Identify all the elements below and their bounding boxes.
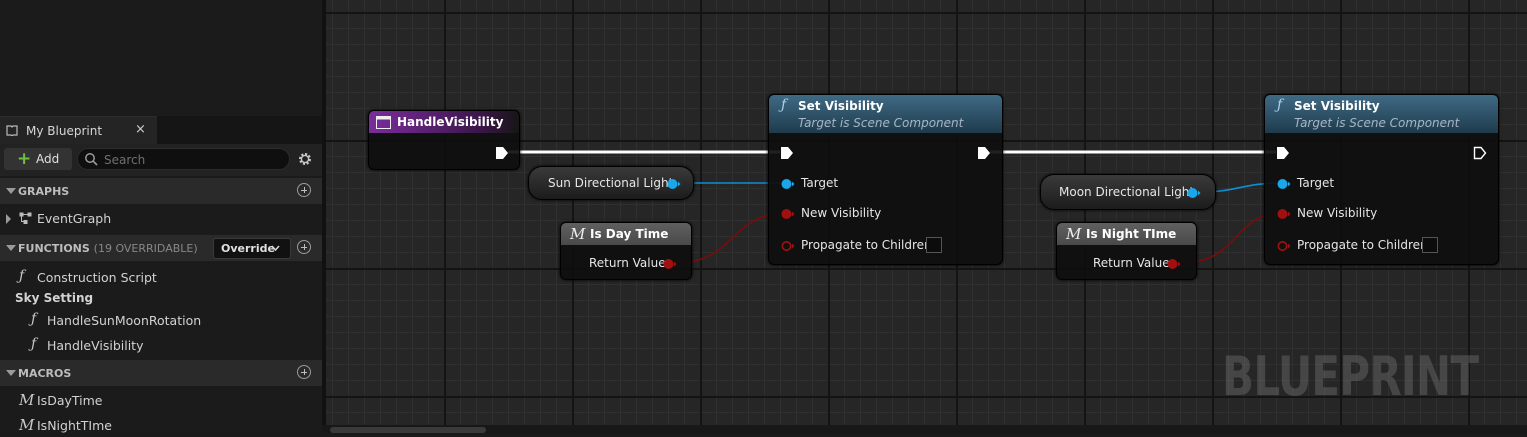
target-pin-icon[interactable] (1277, 178, 1291, 190)
set-visibility-node-2[interactable]: ƒ Set Visibility Target is Scene Compone… (1264, 94, 1499, 265)
node-subtitle: Target is Scene Component (1294, 116, 1460, 130)
target-pin-icon[interactable] (781, 178, 795, 190)
node-title: HandleVisibility (397, 115, 504, 129)
pin-label-target: Target (801, 176, 839, 190)
is-night-time-macro-node[interactable]: M Is Night TIme Return Value (1056, 222, 1197, 280)
function-icon: ƒ (781, 97, 787, 113)
is-day-time-macro-node[interactable]: M Is Day Time Return Value (560, 222, 692, 280)
return-value-pin-icon[interactable] (663, 258, 677, 270)
exec-out-pin-icon[interactable] (495, 146, 509, 160)
function-entry-icon (376, 116, 391, 129)
function-entry-node[interactable]: HandleVisibility (368, 110, 520, 170)
object-out-pin-icon[interactable] (667, 178, 681, 190)
propagate-pin-icon[interactable] (781, 240, 795, 252)
node-title: Set Visibility (798, 99, 884, 113)
graph-bottom-bar (322, 425, 1527, 433)
macro-icon: M (1066, 225, 1082, 243)
moon-directional-light-variable-node[interactable]: Moon Directional Light (1040, 174, 1216, 210)
propagate-checkbox[interactable] (1422, 237, 1438, 253)
pin-label-return-value: Return Value (1093, 256, 1170, 270)
set-visibility-node-1[interactable]: ƒ Set Visibility Target is Scene Compone… (768, 94, 1003, 265)
exec-out-pin-icon[interactable] (1473, 146, 1487, 160)
pin-label-propagate: Propagate to Children (801, 238, 932, 252)
pin-label-target: Target (1297, 176, 1335, 190)
exec-in-pin-icon[interactable] (1276, 146, 1290, 160)
pin-label-new-visibility: New Visibility (801, 206, 882, 220)
variable-label: Sun Directional Light (548, 176, 674, 190)
node-title: Is Day Time (590, 227, 669, 241)
new-visibility-pin-icon[interactable] (1277, 208, 1291, 220)
node-subtitle: Target is Scene Component (798, 116, 964, 130)
pin-label-new-visibility: New Visibility (1297, 206, 1378, 220)
node-title: Is Night TIme (1086, 227, 1177, 241)
sun-directional-light-variable-node[interactable]: Sun Directional Light (528, 166, 694, 200)
macro-icon: M (570, 225, 586, 243)
variable-label: Moon Directional Light (1059, 185, 1195, 199)
new-visibility-pin-icon[interactable] (781, 208, 795, 220)
object-out-pin-icon[interactable] (1187, 187, 1201, 199)
pin-label-return-value: Return Value (589, 256, 666, 270)
propagate-pin-icon[interactable] (1277, 240, 1291, 252)
exec-in-pin-icon[interactable] (780, 146, 794, 160)
function-icon: ƒ (1277, 97, 1283, 113)
exec-out-pin-icon[interactable] (977, 146, 991, 160)
horizontal-scrollbar[interactable] (330, 427, 486, 433)
node-title: Set Visibility (1294, 99, 1380, 113)
pin-label-propagate: Propagate to Children (1297, 238, 1428, 252)
propagate-checkbox[interactable] (926, 237, 942, 253)
blueprint-watermark: BLUEPRINT (1222, 345, 1479, 408)
return-value-pin-icon[interactable] (1167, 258, 1181, 270)
